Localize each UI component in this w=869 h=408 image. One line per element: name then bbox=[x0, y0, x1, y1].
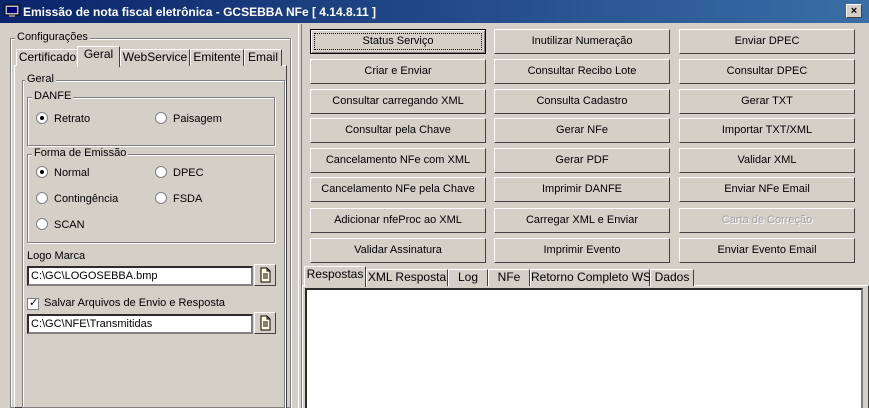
radio-retrato-label: Retrato bbox=[54, 113, 91, 125]
salvar-browse-button[interactable] bbox=[254, 312, 276, 334]
radio-contingencia-label: Contingência bbox=[54, 193, 119, 205]
radio-dpec-label: DPEC bbox=[173, 167, 204, 179]
radio-scan-label: SCAN bbox=[54, 219, 85, 231]
browse-file-icon bbox=[260, 267, 271, 283]
imprimir-evento-button[interactable]: Imprimir Evento bbox=[494, 238, 670, 263]
radio-fsda-label: FSDA bbox=[173, 193, 203, 205]
radio-scan[interactable]: SCAN bbox=[36, 218, 85, 232]
carta-de-correcao-button[interactable]: Carta de Correção bbox=[679, 208, 855, 233]
radio-paisagem-label: Paisagem bbox=[173, 113, 222, 125]
consultar-pela-chave-button[interactable]: Consultar pela Chave bbox=[310, 118, 486, 143]
radio-normal-indicator[interactable] bbox=[36, 166, 48, 178]
radio-paisagem-indicator[interactable] bbox=[155, 112, 167, 124]
window-title: Emissão de nota fiscal eletrônica - GCSE… bbox=[23, 5, 377, 19]
criar-e-enviar-button[interactable]: Criar e Enviar bbox=[310, 59, 486, 84]
config-group-label: Configurações bbox=[15, 31, 90, 43]
validar-assinatura-button[interactable]: Validar Assinatura bbox=[310, 238, 486, 263]
importar-txt-xml-button[interactable]: Importar TXT/XML bbox=[679, 118, 855, 143]
tab-xml-resposta[interactable]: XML Resposta bbox=[366, 269, 448, 286]
gerar-txt-button[interactable]: Gerar TXT bbox=[679, 89, 855, 114]
app-window-icon bbox=[4, 4, 20, 17]
enviar-nfe-email-button[interactable]: Enviar NFe Email bbox=[679, 177, 855, 202]
geral-group-label: Geral bbox=[25, 73, 56, 85]
radio-normal-label: Normal bbox=[54, 167, 90, 179]
salvar-arquivos-label: Salvar Arquivos de Envio e Resposta bbox=[44, 297, 225, 309]
logo-marca-input[interactable]: C:\GC\LOGOSEBBA.bmp bbox=[27, 266, 253, 286]
radio-dpec[interactable]: DPEC bbox=[155, 166, 204, 180]
salvar-arquivos-checkbox[interactable] bbox=[27, 296, 39, 310]
tab-respostas[interactable]: Respostas bbox=[304, 266, 366, 287]
radio-paisagem[interactable]: Paisagem bbox=[155, 112, 222, 126]
tab-email[interactable]: Email bbox=[244, 49, 282, 66]
radio-contingencia[interactable]: Contingência bbox=[36, 192, 118, 206]
tab-emitente[interactable]: Emitente bbox=[190, 49, 244, 66]
tab-retorno-completo-ws[interactable]: Retorno Completo WS bbox=[530, 269, 651, 286]
tab-webservice[interactable]: WebService bbox=[120, 49, 190, 66]
cancelamento-nfe-pela-chave-button[interactable]: Cancelamento NFe pela Chave bbox=[310, 177, 486, 202]
consultar-dpec-button[interactable]: Consultar DPEC bbox=[679, 59, 855, 84]
adicionar-nfeproc-xml-button[interactable]: Adicionar nfeProc ao XML bbox=[310, 208, 486, 233]
forma-emissao-group-label: Forma de Emissão bbox=[32, 147, 129, 159]
carregar-xml-e-enviar-button[interactable]: Carregar XML e Enviar bbox=[494, 208, 670, 233]
browse-file-icon bbox=[260, 315, 271, 331]
tab-geral[interactable]: Geral bbox=[77, 46, 120, 67]
imprimir-danfe-button[interactable]: Imprimir DANFE bbox=[494, 177, 670, 202]
salvar-arquivos-path-input[interactable]: C:\GC\NFE\Transmitidas bbox=[27, 314, 253, 334]
consultar-carregando-xml-button[interactable]: Consultar carregando XML bbox=[310, 89, 486, 114]
response-memo[interactable] bbox=[305, 288, 863, 408]
radio-scan-indicator[interactable] bbox=[36, 218, 48, 230]
gerar-nfe-button[interactable]: Gerar NFe bbox=[494, 118, 670, 143]
cancelamento-nfe-com-xml-button[interactable]: Cancelamento NFe com XML bbox=[310, 148, 486, 173]
validar-xml-button[interactable]: Validar XML bbox=[679, 148, 855, 173]
radio-dpec-indicator[interactable] bbox=[155, 166, 167, 178]
title-bar: Emissão de nota fiscal eletrônica - GCSE… bbox=[0, 0, 869, 23]
tab-certificado[interactable]: Certificado bbox=[16, 49, 79, 66]
radio-fsda-indicator[interactable] bbox=[155, 192, 167, 204]
tab-log[interactable]: Log bbox=[448, 269, 488, 286]
radio-contingencia-indicator[interactable] bbox=[36, 192, 48, 204]
enviar-evento-email-button[interactable]: Enviar Evento Email bbox=[679, 238, 855, 263]
enviar-dpec-button[interactable]: Enviar DPEC bbox=[679, 29, 855, 54]
tab-nfe[interactable]: NFe bbox=[488, 269, 530, 286]
close-button[interactable]: × bbox=[846, 4, 862, 18]
consultar-recibo-lote-button[interactable]: Consultar Recibo Lote bbox=[494, 59, 670, 84]
consulta-cadastro-button[interactable]: Consulta Cadastro bbox=[494, 89, 670, 114]
danfe-group-label: DANFE bbox=[32, 90, 74, 102]
radio-normal[interactable]: Normal bbox=[36, 166, 89, 180]
gerar-pdf-button[interactable]: Gerar PDF bbox=[494, 148, 670, 173]
radio-retrato-indicator[interactable] bbox=[36, 112, 48, 124]
tab-dados[interactable]: Dados bbox=[650, 269, 694, 286]
status-servico-button[interactable]: Status Serviço bbox=[310, 29, 486, 54]
radio-retrato[interactable]: Retrato bbox=[36, 112, 90, 126]
logo-browse-button[interactable] bbox=[254, 264, 276, 286]
inutilizar-numeracao-button[interactable]: Inutilizar Numeração bbox=[494, 29, 670, 54]
logo-marca-label: Logo Marca bbox=[27, 250, 86, 262]
radio-fsda[interactable]: FSDA bbox=[155, 192, 202, 206]
